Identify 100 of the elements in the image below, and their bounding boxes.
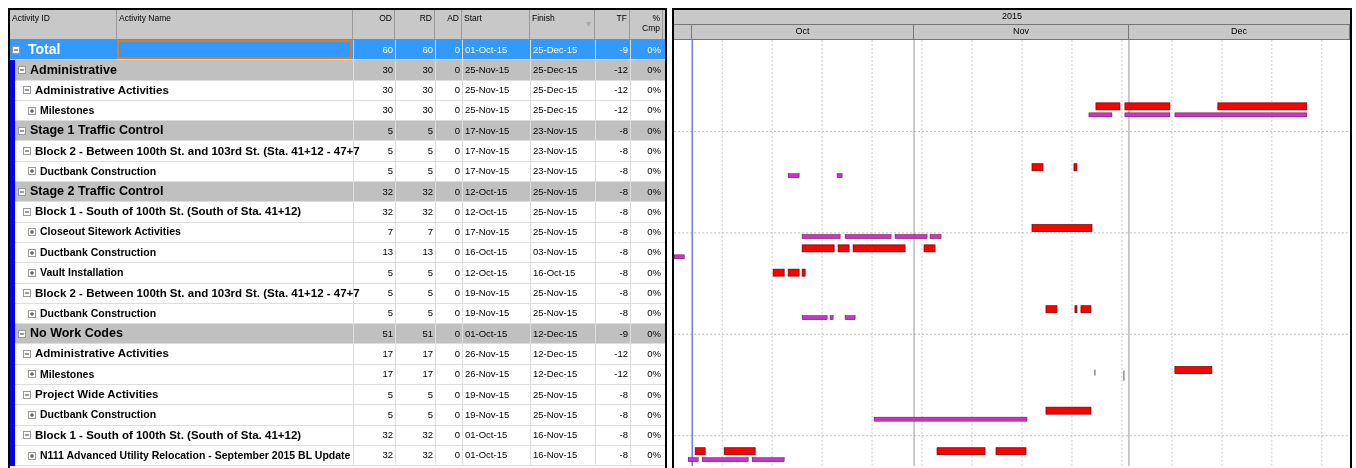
table-cell: 0%	[630, 40, 663, 60]
collapse-icon[interactable]	[23, 208, 31, 216]
table-cell: -8	[595, 263, 630, 283]
table-cell: 0%	[630, 263, 663, 283]
table-cell: 0	[435, 40, 462, 60]
table-cell: 25-Nov-15	[462, 80, 530, 100]
table-row[interactable]: Administrative Activities 17 17 0 26-Nov-15 12-Dec-15 -12 0%	[15, 344, 665, 365]
table-cell: -8	[595, 385, 630, 405]
table-row[interactable]: Ductbank Construction 5 5 0 19-Nov-15 25-Nov-15 -8 0%	[15, 303, 665, 325]
column-header[interactable]: AD	[435, 10, 462, 39]
table-cell: -9	[595, 40, 630, 60]
table-cell: 17-Nov-15	[462, 222, 530, 242]
table-cell: 32	[353, 445, 395, 466]
table-cell: 25-Nov-15	[530, 202, 595, 222]
table-row[interactable]: Administrative 30 30 0 25-Nov-15 25-Dec-15 -12 0%	[15, 60, 665, 81]
table-row[interactable]: Block 2 - Between 100th St. and 103rd St. (Sta. 41+12 - 47+7 5 5 0 19-Nov-15 25-Nov-15 -8 0%	[15, 283, 665, 304]
table-cell: -8	[595, 445, 630, 466]
collapse-icon[interactable]	[18, 65, 26, 74]
table-cell: 0%	[630, 405, 663, 425]
table-cell: 19-Nov-15	[462, 385, 530, 405]
table-cell: 17-Nov-15	[462, 141, 530, 161]
table-row[interactable]: Block 2 - Between 100th St. and 103rd St. (Sta. 41+12 - 47+7 5 5 0 17-Nov-15 23-Nov-15 -8 0%	[15, 141, 665, 162]
table-cell: 32	[395, 202, 435, 222]
column-header[interactable]: Activity Name	[117, 10, 353, 39]
expand-icon[interactable]	[28, 268, 36, 277]
table-cell: 5	[395, 405, 435, 425]
table-cell: 0%	[630, 121, 663, 141]
table-cell: -12	[595, 100, 630, 121]
table-row[interactable]: Vault Installation 5 5 0 12-Oct-15 16-Oct-15 -8 0%	[15, 263, 665, 284]
expand-icon[interactable]	[28, 106, 36, 115]
table-cell: 0%	[630, 364, 663, 385]
table-cell: 0	[435, 445, 462, 466]
collapse-icon[interactable]	[18, 187, 26, 196]
table-cell: 25-Nov-15	[462, 60, 530, 80]
name-cell-editor[interactable]	[117, 40, 352, 60]
table-cell: 25-Nov-15	[530, 385, 595, 405]
column-header[interactable]: OD	[353, 10, 395, 39]
table-cell: 13	[395, 242, 435, 263]
table-row[interactable]: Milestones 30 30 0 25-Nov-15 25-Dec-15 -12 0%	[15, 100, 665, 122]
table-cell: 5	[395, 385, 435, 405]
collapse-icon[interactable]	[12, 45, 20, 54]
table-cell: 17	[353, 344, 395, 364]
table-cell: 5	[353, 303, 395, 324]
collapse-icon[interactable]	[23, 147, 31, 156]
column-header[interactable]: RD	[395, 10, 435, 39]
table-cell: 19-Nov-15	[462, 303, 530, 324]
expand-icon[interactable]	[28, 228, 36, 237]
table-cell: 25-Nov-15	[462, 100, 530, 121]
table-cell: 60	[395, 40, 435, 60]
table-cell: 01-Oct-15	[462, 425, 530, 445]
table-row[interactable]: Project Wide Activities 5 5 0 19-Nov-15 25-Nov-15 -8 0%	[15, 385, 665, 406]
expand-icon[interactable]	[28, 309, 36, 318]
table-cell: 25-Nov-15	[530, 283, 595, 303]
table-cell: 30	[353, 80, 395, 100]
table-cell: 0%	[630, 60, 663, 80]
table-row[interactable]: No Work Codes 51 51 0 01-Oct-15 12-Dec-15 -9 0%	[15, 324, 665, 345]
table-row[interactable]: Closeout Sitework Activities 7 7 0 17-Nov-15 25-Nov-15 -8 0%	[15, 222, 665, 243]
collapse-icon[interactable]	[18, 126, 26, 135]
activity-name: Administrative Activities	[35, 82, 169, 98]
collapse-icon[interactable]	[23, 431, 31, 440]
activity-name: Block 2 - Between 100th St. and 103rd St. (Sta. 41+12 - 47+7	[35, 285, 360, 301]
column-header[interactable]: Finish	[530, 10, 595, 39]
expand-icon[interactable]	[28, 370, 36, 379]
table-cell: 13	[353, 242, 395, 263]
table-row[interactable]: Milestones 17 17 0 26-Nov-15 12-Dec-15 -12 0%	[15, 364, 665, 386]
table-row[interactable]: Block 1 - South of 100th St. (South of Sta. 41+12) 32 32 0 01-Oct-15 16-Nov-15 -8 0%	[15, 425, 665, 446]
table-cell: 19-Nov-15	[462, 283, 530, 303]
table-row[interactable]: N111 Advanced Utility Relocation - September 2015 BL Update 32 32 0 01-Oct-15 16-Nov-15 -8 0%	[15, 445, 665, 467]
expand-icon[interactable]	[28, 248, 36, 257]
table-cell: 26-Nov-15	[462, 364, 530, 385]
table-cell: 0	[435, 60, 462, 80]
table-row[interactable]: Ductbank Construction 13 13 0 16-Oct-15 03-Nov-15 -8 0%	[15, 242, 665, 264]
collapse-icon[interactable]	[23, 350, 31, 359]
table-cell: 5	[395, 141, 435, 161]
column-header[interactable]: TF	[595, 10, 630, 39]
table-cell: 0%	[630, 242, 663, 263]
collapse-icon[interactable]	[18, 329, 26, 338]
table-row[interactable]: Stage 1 Traffic Control 5 5 0 17-Nov-15 23-Nov-15 -8 0%	[15, 121, 665, 142]
column-header[interactable]: Start	[462, 10, 530, 39]
table-cell: -8	[595, 202, 630, 222]
table-row[interactable]: Block 1 - South of 100th St. (South of Sta. 41+12) 32 32 0 12-Oct-15 25-Nov-15 -8 0%	[15, 202, 665, 223]
collapse-icon[interactable]	[23, 86, 31, 95]
collapse-icon[interactable]	[23, 390, 31, 399]
expand-icon[interactable]	[28, 167, 36, 176]
table-cell: 0	[435, 303, 462, 324]
table-cell: 25-Dec-15	[530, 100, 595, 121]
column-header[interactable]: Activity ID	[10, 10, 117, 39]
table-cell: 16-Oct-15	[530, 263, 595, 283]
table-cell: 51	[395, 324, 435, 344]
table-cell: 0%	[630, 385, 663, 405]
table-row[interactable]: Administrative Activities 30 30 0 25-Nov-15 25-Dec-15 -12 0%	[15, 80, 665, 101]
table-cell: 23-Nov-15	[530, 161, 595, 182]
table-cell: 32	[395, 445, 435, 466]
table-row[interactable]: Stage 2 Traffic Control 32 32 0 12-Oct-15 25-Nov-15 -8 0%	[15, 182, 665, 203]
expand-icon[interactable]	[28, 451, 36, 460]
expand-icon[interactable]	[28, 411, 36, 419]
collapse-icon[interactable]	[23, 289, 31, 298]
column-header[interactable]: % Cmp	[630, 10, 663, 39]
table-row[interactable]: Ductbank Construction 5 5 0 19-Nov-15 25-Nov-15 -8 0%	[15, 405, 665, 426]
table-row[interactable]: Ductbank Construction 5 5 0 17-Nov-15 23-Nov-15 -8 0%	[15, 161, 665, 183]
